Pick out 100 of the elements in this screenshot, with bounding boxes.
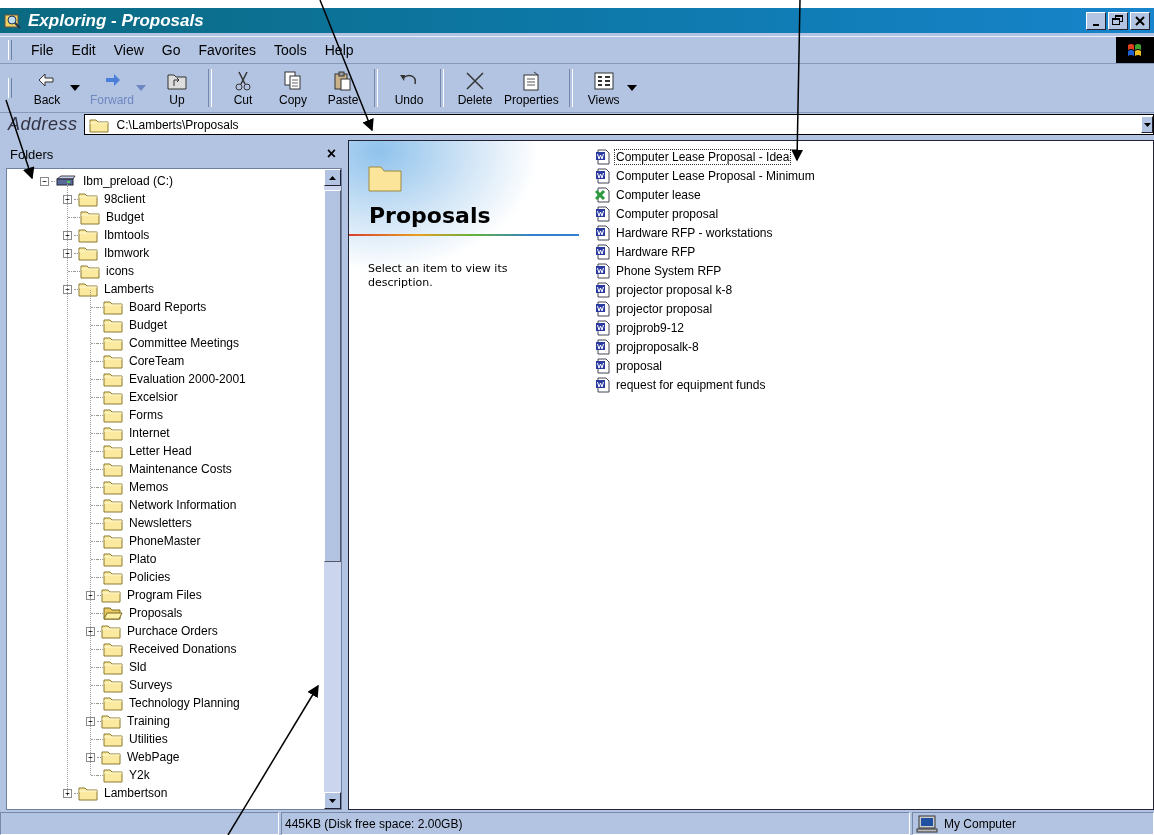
folder-label[interactable]: Ibmtools bbox=[102, 228, 152, 242]
paste-button[interactable]: Paste bbox=[318, 67, 368, 109]
document-name[interactable]: projector proposal k-8 bbox=[614, 281, 735, 298]
minimize-button[interactable] bbox=[1086, 11, 1106, 30]
undo-icon bbox=[400, 74, 417, 85]
back-button[interactable]: Back bbox=[22, 67, 72, 109]
folder-label[interactable]: CoreTeam bbox=[127, 354, 187, 368]
document-file-icon bbox=[595, 224, 611, 241]
scissors-icon bbox=[235, 70, 251, 90]
folder-label[interactable]: Purchace Orders bbox=[125, 624, 220, 638]
folder-label[interactable]: Lambertson bbox=[102, 786, 170, 800]
folder-label[interactable]: Letter Head bbox=[127, 444, 194, 458]
folder-label[interactable]: Committee Meetings bbox=[127, 336, 242, 350]
document-name[interactable]: proposal bbox=[614, 357, 665, 374]
dropdown-caret-icon[interactable] bbox=[626, 85, 637, 91]
expand-icon[interactable] bbox=[63, 788, 72, 798]
folder-label[interactable]: Evaluation 2000-2001 bbox=[127, 372, 248, 386]
expand-icon[interactable] bbox=[86, 590, 95, 600]
delete-button[interactable]: Delete bbox=[450, 67, 500, 109]
up-button[interactable]: Up bbox=[152, 67, 202, 109]
expand-icon[interactable] bbox=[63, 230, 72, 240]
folder-icon bbox=[80, 209, 100, 225]
document-file-icon bbox=[595, 148, 611, 165]
folder-label[interactable]: Budget bbox=[104, 210, 147, 224]
folder-label[interactable]: Proposals bbox=[127, 606, 185, 620]
document-name[interactable]: Hardware RFP - workstations bbox=[614, 224, 775, 241]
delete-icon bbox=[466, 71, 484, 90]
folder-label[interactable]: Sld bbox=[127, 660, 149, 674]
menu-item[interactable]: File bbox=[22, 40, 63, 60]
folder-label[interactable]: Forms bbox=[127, 408, 165, 422]
folder-label[interactable]: Memos bbox=[127, 480, 171, 494]
folder-label[interactable]: 98client bbox=[102, 192, 148, 206]
document-file-icon bbox=[595, 243, 611, 260]
document-name[interactable]: Phone System RFP bbox=[614, 262, 724, 279]
scrollbar[interactable] bbox=[324, 169, 341, 809]
menu-item[interactable]: View bbox=[104, 40, 153, 60]
menu-item[interactable]: Tools bbox=[265, 40, 316, 60]
folder-label[interactable]: Board Reports bbox=[127, 300, 209, 314]
folder-label[interactable]: Surveys bbox=[127, 678, 175, 692]
folder-up-icon bbox=[167, 74, 187, 89]
menu-item[interactable]: Favorites bbox=[189, 40, 266, 60]
clipboard-icon bbox=[334, 71, 351, 90]
properties-button[interactable]: Properties bbox=[500, 67, 563, 109]
folder-label[interactable]: Ibmwork bbox=[102, 246, 152, 260]
address-field[interactable]: C:\Lamberts\Proposals bbox=[83, 114, 1154, 135]
folder-label[interactable]: PhoneMaster bbox=[127, 534, 203, 548]
views-button[interactable]: Views bbox=[578, 67, 629, 109]
folder-label[interactable]: Program Files bbox=[125, 588, 204, 602]
folder-icon bbox=[103, 533, 123, 549]
folder-label[interactable]: Utilities bbox=[127, 732, 170, 746]
document-name[interactable]: projector proposal bbox=[614, 300, 715, 317]
expand-icon[interactable] bbox=[63, 194, 72, 204]
document-name[interactable]: projprob9-12 bbox=[614, 319, 687, 336]
expand-icon[interactable] bbox=[86, 716, 95, 726]
folder-label[interactable]: Maintenance Costs bbox=[127, 462, 234, 476]
document-name[interactable]: Computer lease bbox=[614, 186, 703, 203]
folder-label[interactable]: Technology Planning bbox=[127, 696, 242, 710]
explorer-icon bbox=[4, 12, 22, 29]
folder-icon bbox=[103, 407, 123, 423]
folder-label[interactable]: Excelsior bbox=[127, 390, 180, 404]
folder-label[interactable]: icons bbox=[104, 264, 136, 278]
folder-label[interactable]: Network Information bbox=[127, 498, 239, 512]
collapse-icon[interactable] bbox=[63, 284, 72, 294]
folder-label[interactable]: Newsletters bbox=[127, 516, 194, 530]
copy-button[interactable]: Copy bbox=[268, 67, 318, 109]
restore-icon bbox=[1112, 15, 1124, 26]
folder-label[interactable]: Plato bbox=[127, 552, 159, 566]
expand-icon[interactable] bbox=[63, 248, 72, 258]
document-name[interactable]: request for equipment funds bbox=[614, 376, 768, 393]
document-name[interactable]: Computer proposal bbox=[614, 205, 721, 222]
document-name[interactable]: Computer Lease Proposal - Idea bbox=[614, 148, 792, 165]
collapse-icon[interactable] bbox=[40, 176, 49, 186]
undo-button[interactable]: Undo bbox=[384, 67, 434, 109]
folder-icon bbox=[103, 659, 123, 675]
folder-label[interactable]: Budget bbox=[127, 318, 170, 332]
expand-icon[interactable] bbox=[86, 626, 95, 636]
folder-label[interactable]: Policies bbox=[127, 570, 173, 584]
down-arrow-icon[interactable] bbox=[329, 798, 336, 803]
close-button[interactable] bbox=[1130, 11, 1150, 30]
folder-label[interactable]: Lamberts bbox=[102, 282, 157, 296]
close-pane-button[interactable]: × bbox=[326, 145, 336, 163]
document-name[interactable]: Computer Lease Proposal - Minimum bbox=[614, 167, 817, 184]
menu-item[interactable]: Edit bbox=[62, 40, 105, 60]
up-arrow-icon[interactable] bbox=[329, 175, 336, 180]
folder-label[interactable]: Received Donations bbox=[127, 642, 239, 656]
restore-button[interactable] bbox=[1108, 11, 1128, 30]
folder-icon bbox=[103, 425, 123, 441]
folder-label[interactable]: Internet bbox=[127, 426, 172, 440]
menu-item[interactable]: Go bbox=[152, 40, 190, 60]
folder-icon bbox=[101, 749, 121, 765]
dropdown-caret-icon[interactable] bbox=[70, 85, 80, 91]
dropdown-button[interactable] bbox=[1141, 116, 1153, 133]
folder-label[interactable]: Ibm_preload (C:) bbox=[81, 174, 176, 188]
cut-button[interactable]: Cut bbox=[218, 67, 268, 109]
folder-label[interactable]: Y2k bbox=[127, 768, 152, 782]
expand-icon[interactable] bbox=[86, 752, 95, 762]
folder-label[interactable]: WebPage bbox=[125, 750, 182, 764]
folder-label[interactable]: Training bbox=[125, 714, 172, 728]
document-name[interactable]: Hardware RFP bbox=[614, 243, 698, 260]
document-name[interactable]: projproposalk-8 bbox=[614, 338, 701, 355]
